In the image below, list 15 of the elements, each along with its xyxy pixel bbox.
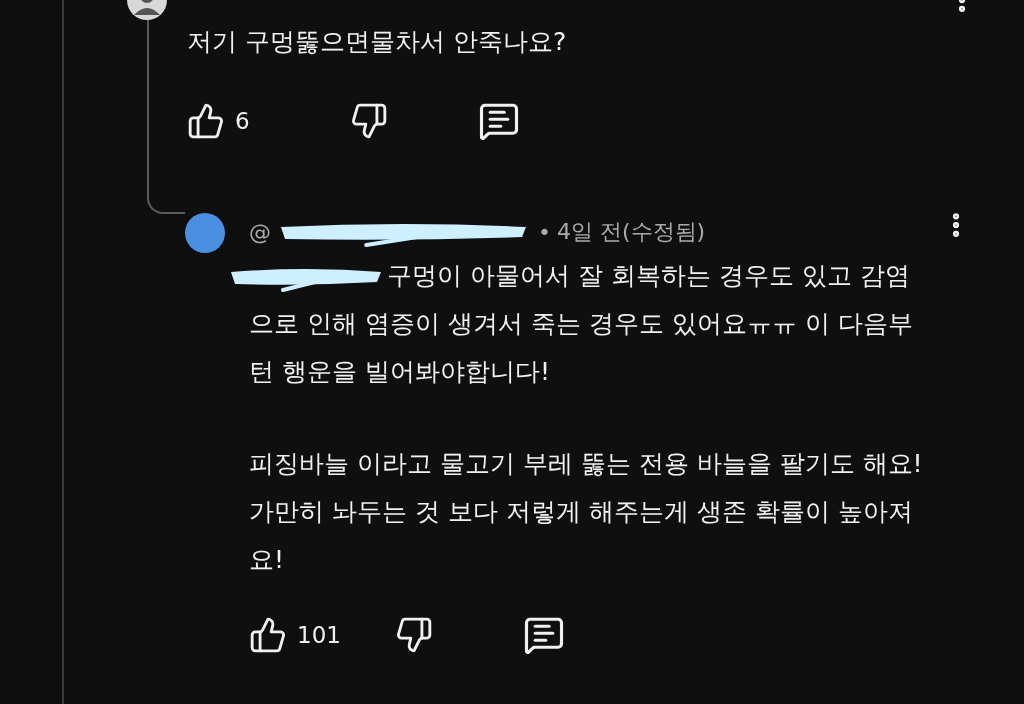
comment-text: 저기 구멍뚫으면물차서 안죽나요? xyxy=(187,26,568,58)
avatar xyxy=(185,213,225,253)
thumbs-up-icon xyxy=(187,102,225,140)
like-button[interactable]: 6 xyxy=(187,102,250,140)
thumbs-down-icon xyxy=(349,102,388,140)
like-button[interactable]: 101 xyxy=(249,616,341,654)
timestamp: 4일 전(수정됨) xyxy=(557,218,706,246)
dislike-button[interactable] xyxy=(349,102,388,140)
comment-text: 피징바늘 이라고 물고기 부레 뚫는 전용 바늘을 팔기도 해요! 가만히 놔두는 것 보다 저렇게 해주는게 생존 확률이 높아져요! xyxy=(249,448,924,576)
separator: • xyxy=(538,219,551,245)
dislike-button[interactable] xyxy=(394,616,433,654)
thumbs-up-icon xyxy=(249,616,287,654)
thumbs-down-icon xyxy=(394,616,433,654)
user-handle: @ xyxy=(249,219,271,245)
comment-text: 구멍이 아물어서 잘 회복하는 경우도 있고 감염으로 인해 염증이 생겨서 죽는 경우도 있어요ㅠㅠ 이 다음부턴 행운을 빌어봐야합니다! xyxy=(249,252,931,396)
